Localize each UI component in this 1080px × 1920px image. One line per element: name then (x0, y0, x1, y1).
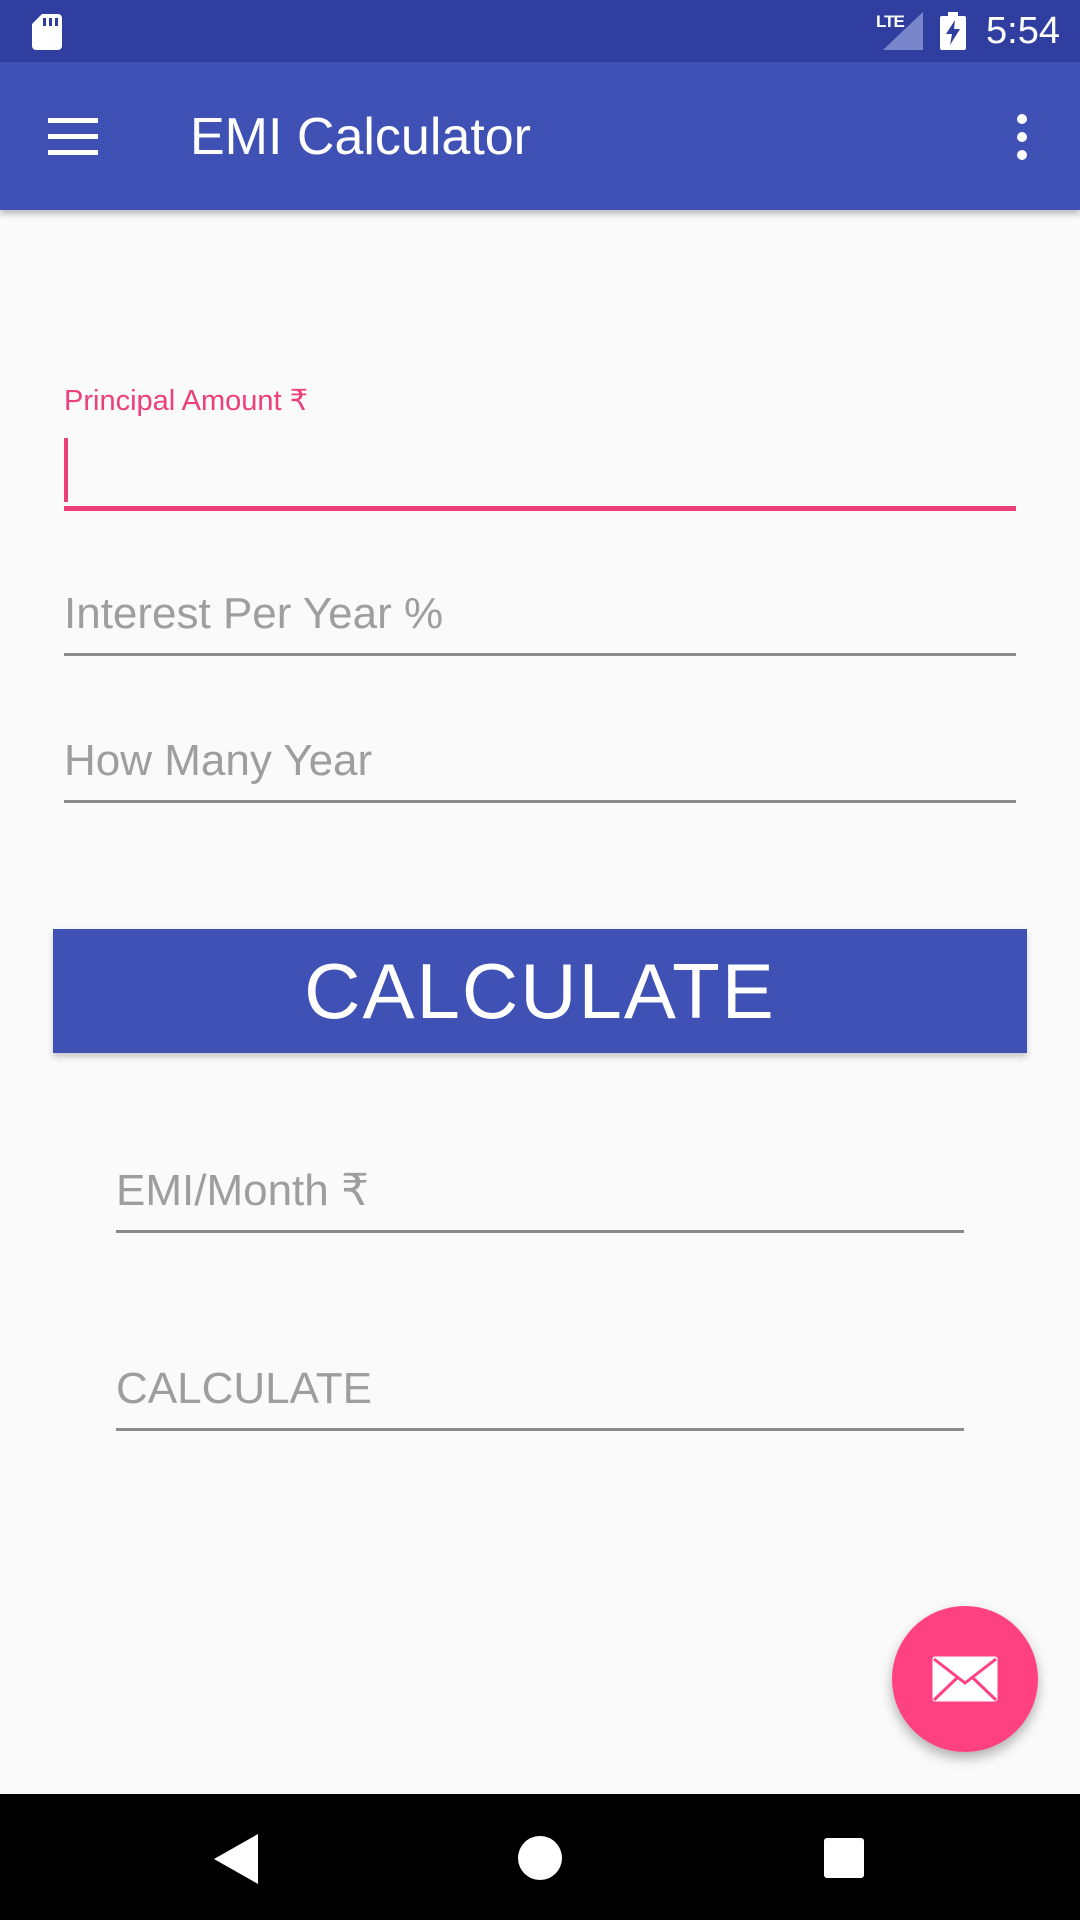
text-cursor (64, 438, 68, 502)
years-underline (64, 800, 1016, 803)
mail-icon (932, 1656, 998, 1702)
total-result-field[interactable]: CALCULATE (116, 1355, 964, 1431)
home-icon[interactable] (518, 1836, 562, 1880)
years-field[interactable]: How Many Year (64, 727, 1016, 803)
total-underline (116, 1428, 964, 1431)
back-icon[interactable] (214, 1834, 258, 1884)
years-placeholder: How Many Year (64, 736, 373, 785)
app-title: EMI Calculator (190, 108, 531, 166)
recents-icon[interactable] (824, 1838, 864, 1878)
navigation-bar (0, 1794, 1080, 1920)
principal-amount-underline (64, 506, 1016, 511)
app-bar: EMI Calculator (0, 62, 1080, 210)
emi-placeholder: EMI/Month ₹ (116, 1166, 369, 1215)
sd-card-icon (32, 14, 62, 50)
emi-underline (116, 1230, 964, 1233)
mail-fab-button[interactable] (892, 1606, 1038, 1752)
principal-amount-field[interactable]: Principal Amount ₹ (64, 384, 1016, 512)
interest-placeholder: Interest Per Year % (64, 589, 444, 638)
clock: 5:54 (986, 10, 1060, 52)
menu-icon[interactable] (48, 118, 98, 156)
principal-amount-label: Principal Amount ₹ (64, 385, 309, 417)
status-bar: LTE 5:54 (0, 0, 1080, 62)
more-vert-icon[interactable] (1010, 114, 1034, 160)
battery-charging-icon (940, 12, 966, 50)
total-placeholder: CALCULATE (116, 1364, 372, 1413)
principal-amount-input[interactable] (64, 436, 1016, 504)
interest-field[interactable]: Interest Per Year % (64, 580, 1016, 656)
interest-underline (64, 653, 1016, 656)
signal-icon (883, 12, 923, 50)
calculate-button[interactable]: CALCULATE (53, 929, 1027, 1053)
emi-result-field[interactable]: EMI/Month ₹ (116, 1157, 964, 1233)
